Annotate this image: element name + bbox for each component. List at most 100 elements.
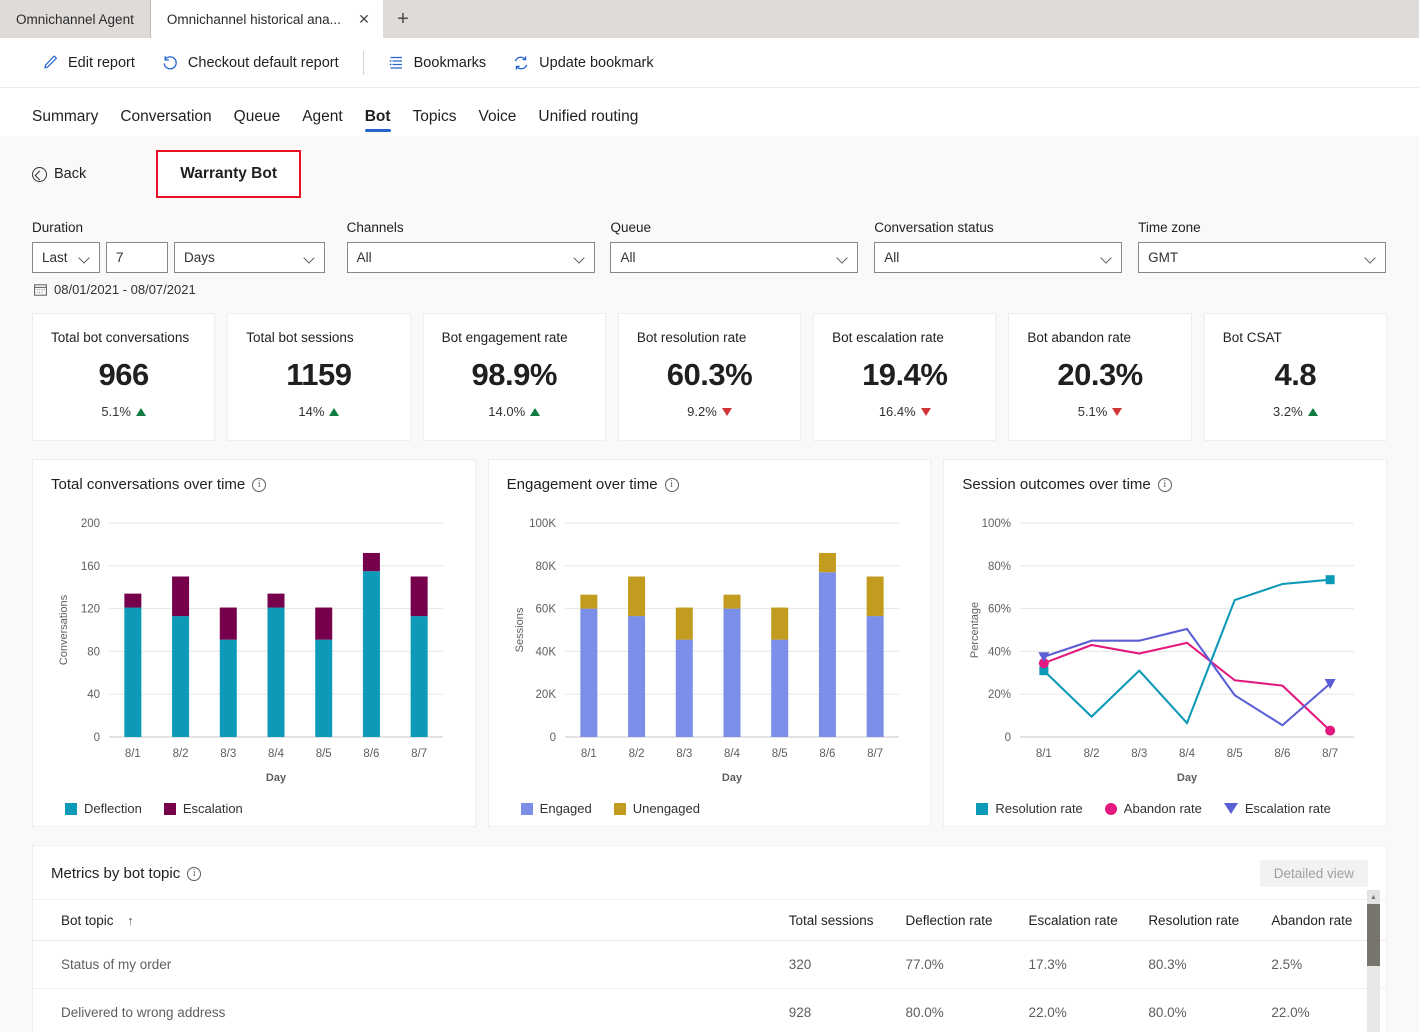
channels-label: Channels [346,220,404,235]
detailed-view-button[interactable]: Detailed view [1259,860,1368,887]
edit-report-button[interactable]: Edit report [30,48,147,77]
tab-voice[interactable]: Voice [467,108,527,136]
svg-text:60K: 60K [535,604,556,616]
close-icon[interactable]: ✕ [355,10,373,28]
time-zone-select[interactable]: GMT [1138,242,1387,273]
legend-item-resolution-rate[interactable]: Resolution rate [976,801,1083,816]
tab-queue[interactable]: Queue [223,108,292,136]
kpi-card-total-bot-sessions[interactable]: Total bot sessions 1159 14% [227,313,411,441]
tab-agent[interactable]: Agent [291,108,354,136]
svg-text:8/6: 8/6 [819,748,835,760]
kpi-card-bot-engagement-rate[interactable]: Bot engagement rate 98.9% 14.0% [422,313,606,441]
page-header-row: Back Warranty Bot [0,136,1419,198]
legend-item-unengaged[interactable]: Unengaged [613,801,700,816]
column-header-escalation-rate[interactable]: Escalation rate [1028,900,1149,941]
chevron-down-icon [1102,253,1112,263]
bookmarks-button[interactable]: Bookmarks [376,48,499,77]
channels-value: All [356,250,372,265]
legend-item-escalation[interactable]: Escalation [163,801,243,816]
checkout-default-report-button[interactable]: Checkout default report [149,48,351,78]
svg-text:Day: Day [722,772,743,784]
back-button[interactable]: Back [32,166,86,182]
info-icon[interactable]: i [1157,477,1172,492]
update-bookmark-button[interactable]: Update bookmark [500,48,665,78]
kpi-card-row: Total bot conversations 966 5.1% Total b… [0,297,1419,441]
plus-icon[interactable]: + [383,0,423,38]
table-row[interactable]: Status of my order 320 77.0% 17.3% 80.3%… [33,940,1386,989]
duration-unit-select[interactable]: Days [174,242,325,273]
chart-plot-area[interactable]: 0 20K 40K 60K 80K 100K 8/1 8/2 8/3 8/4 8/5 8/6 8/7 Da… [507,499,913,799]
duration-amount-input[interactable]: 7 [106,242,168,273]
kpi-delta: 5.1% [1078,404,1123,419]
table-row[interactable]: Delivered to wrong address 928 80.0% 22.… [33,988,1386,1032]
svg-text:8/7: 8/7 [867,748,883,760]
tab-unified-routing[interactable]: Unified routing [527,108,649,136]
svg-text:80: 80 [87,646,100,658]
filter-bar: Duration Last 7 Days Channels All Queue … [0,198,1419,273]
info-icon[interactable]: i [252,477,267,492]
legend-item-abandon-rate[interactable]: Abandon rate [1104,801,1202,816]
legend-item-deflection[interactable]: Deflection [65,801,142,816]
kpi-delta: 16.4% [879,404,931,419]
trend-down-icon [920,407,931,416]
tab-summary[interactable]: Summary [32,108,109,136]
chart-plot-area[interactable]: 0 40 80 120 160 200 8/1 8/2 8/3 8/4 8/5 8/6 8/7 Day Co… [51,499,457,799]
kpi-value: 1159 [286,357,352,392]
sort-ascending-icon: ↑ [127,913,134,928]
kpi-value: 4.8 [1274,357,1317,392]
tab-bot[interactable]: Bot [354,108,402,136]
chart-plot-area[interactable]: 0 20% 40% 60% 80% 100% 8/1 8/2 8/3 8/4 8/5 8/6 8/7 Da… [962,499,1368,799]
table-scrollbar[interactable]: ▲ [1367,890,1380,1032]
svg-text:8/1: 8/1 [581,748,597,760]
back-label: Back [54,166,87,182]
conversation-status-select[interactable]: All [874,242,1123,273]
column-header-resolution-rate[interactable]: Resolution rate [1148,900,1272,941]
kpi-card-total-bot-conversations[interactable]: Total bot conversations 966 5.1% [32,313,216,441]
kpi-card-bot-csat[interactable]: Bot CSAT 4.8 3.2% [1203,313,1387,441]
update-bookmark-label: Update bookmark [539,54,654,71]
channels-select[interactable]: All [346,242,595,273]
column-header-bot-topic[interactable]: Bot topic ↑ [33,900,789,941]
table-header-row: Bot topic ↑ Total sessions Deflection ra… [33,900,1386,941]
svg-text:0: 0 [1005,732,1011,744]
scrollbar-thumb[interactable] [1367,904,1380,966]
page-title: Warranty Bot [156,150,301,198]
kpi-card-bot-abandon-rate[interactable]: Bot abandon rate 20.3% 5.1% [1008,313,1192,441]
legend-item-escalation-rate[interactable]: Escalation rate [1223,801,1331,816]
info-icon[interactable]: i [187,866,202,881]
duration-mode-select[interactable]: Last [32,242,100,273]
browser-tab-strip: Omnichannel Agent Omnichannel historical… [0,0,1419,38]
kpi-value: 20.3% [1057,357,1143,392]
svg-text:120: 120 [81,604,100,616]
legend-swatch [1223,803,1238,814]
kpi-card-bot-resolution-rate[interactable]: Bot resolution rate 60.3% 9.2% [617,313,802,441]
tab-topics[interactable]: Topics [402,108,468,136]
kpi-title: Bot CSAT [1222,330,1282,345]
chart-title: Session outcomes over time i [962,476,1368,493]
svg-text:8/2: 8/2 [628,748,644,760]
tab-conversation[interactable]: Conversation [109,108,222,136]
svg-text:8/7: 8/7 [1322,748,1338,760]
conversation-status-value: All [884,250,900,265]
svg-text:8/6: 8/6 [363,748,379,760]
scroll-up-icon[interactable]: ▲ [1367,890,1380,904]
info-icon[interactable]: i [664,477,679,492]
svg-text:100K: 100K [529,518,556,530]
svg-text:160: 160 [81,561,100,573]
kpi-title: Bot abandon rate [1027,330,1131,345]
legend-item-engaged[interactable]: Engaged [520,801,592,816]
browser-tab-omnichannel-agent[interactable]: Omnichannel Agent [0,0,151,38]
time-zone-label: Time zone [1138,220,1201,235]
kpi-card-bot-escalation-rate[interactable]: Bot escalation rate 19.4% 16.4% [813,313,997,441]
kpi-delta-value: 14.0% [488,404,526,419]
undo-icon [161,54,179,72]
cell-bot-topic: Delivered to wrong address [33,988,789,1032]
queue-filter-group: Queue All [610,220,874,273]
trend-down-icon [1112,407,1123,416]
browser-tab-omnichannel-historical-analytics[interactable]: Omnichannel historical ana... ✕ [150,0,383,38]
calendar-icon [34,283,47,296]
kpi-value: 60.3% [666,357,753,392]
column-header-total-sessions[interactable]: Total sessions [788,900,906,941]
queue-select[interactable]: All [610,242,859,273]
column-header-deflection-rate[interactable]: Deflection rate [905,900,1029,941]
